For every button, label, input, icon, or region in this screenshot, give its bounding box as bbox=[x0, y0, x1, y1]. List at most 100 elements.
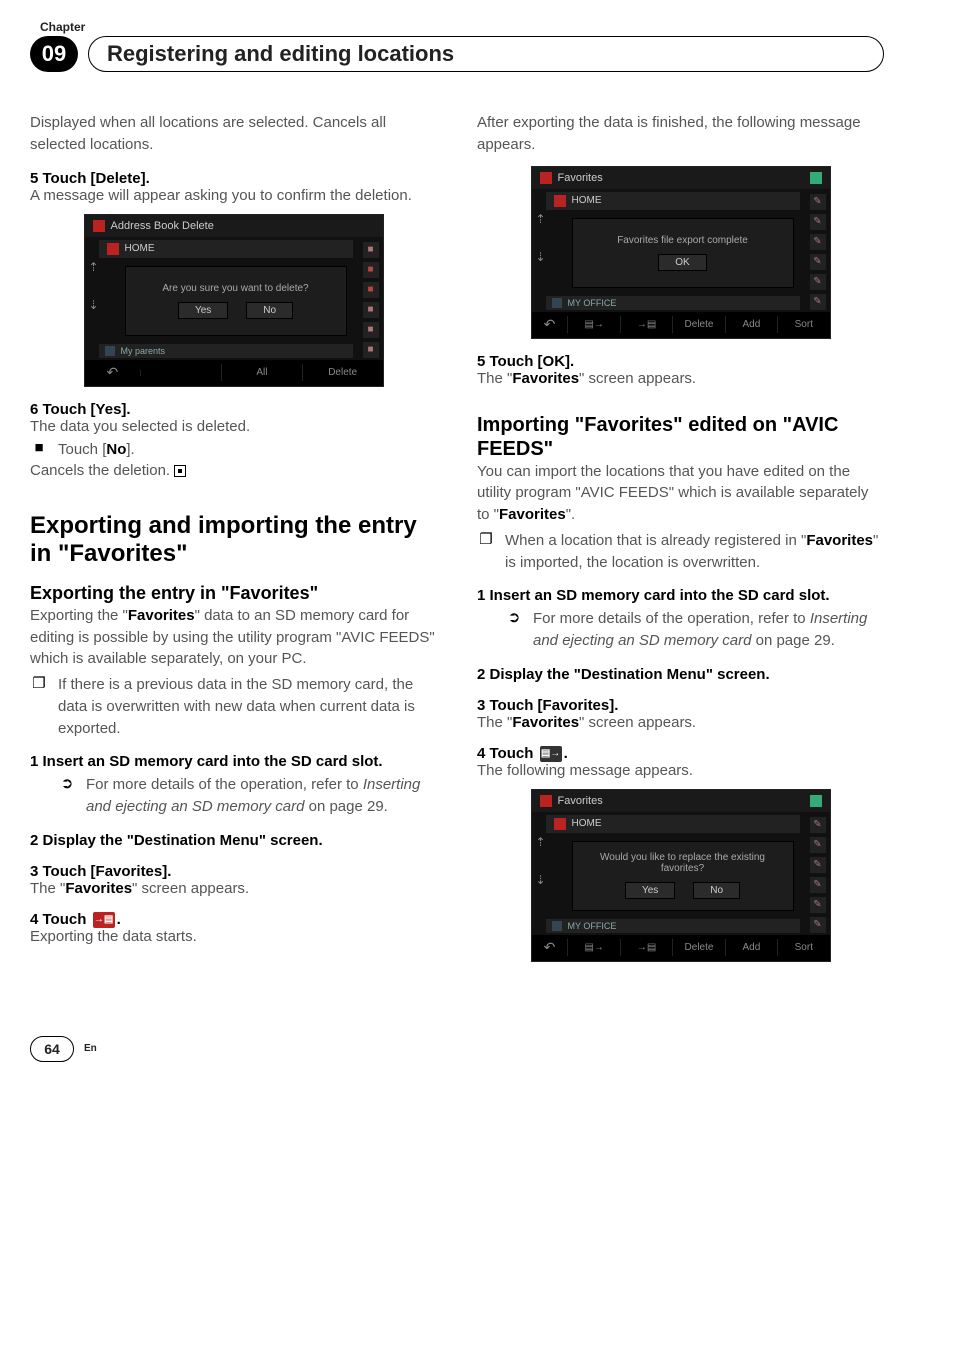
shot2-f5[interactable]: Sort bbox=[777, 316, 829, 333]
shot3-dialog-msg: Would you like to replace the existing f… bbox=[573, 852, 793, 874]
touch-no-text: Touch [No]. bbox=[58, 439, 437, 461]
shot1-home: HOME bbox=[125, 243, 155, 254]
section-export-import: Exporting and importing the entry in "Fa… bbox=[30, 512, 437, 567]
pin-icon: ✎ bbox=[810, 254, 826, 270]
screenshot-address-book-delete: Address Book Delete HOME ⇡ ⇣ ■ ■ ■ bbox=[84, 214, 384, 387]
pin-icon: ✎ bbox=[810, 294, 826, 310]
import-from-card-icon: ▤→ bbox=[540, 746, 562, 762]
check-icon: ■ bbox=[363, 282, 379, 298]
page-language: En bbox=[84, 1043, 97, 1054]
note-icon: ❐ bbox=[30, 674, 48, 739]
flag-icon bbox=[540, 172, 552, 184]
left-step-3: 3 Touch [Favorites]. bbox=[30, 863, 437, 880]
left-step-1: 1 Insert an SD memory card into the SD c… bbox=[30, 753, 437, 770]
step-5-body: A message will appear asking you to conf… bbox=[30, 187, 437, 204]
page-title: Registering and editing locations bbox=[107, 41, 454, 67]
down-icon: ⇣ bbox=[534, 873, 548, 887]
shot2-f4[interactable]: Add bbox=[725, 316, 777, 333]
export-note: If there is a previous data in the SD me… bbox=[58, 674, 437, 739]
header-title-wrap: Registering and editing locations bbox=[88, 36, 884, 72]
left-step-3-body: The "Favorites" screen appears. bbox=[30, 880, 437, 897]
shot2-office: MY OFFICE bbox=[568, 298, 617, 308]
right-step-1: 1 Insert an SD memory card into the SD c… bbox=[477, 587, 884, 604]
shot3-title: Favorites bbox=[558, 795, 603, 807]
pin-icon: ✎ bbox=[810, 877, 826, 893]
page-number: 64 bbox=[30, 1036, 74, 1062]
down-icon: ⇣ bbox=[87, 298, 101, 312]
left-column: Displayed when all locations are selecte… bbox=[30, 112, 437, 976]
flag-icon bbox=[552, 298, 562, 308]
shot3-f2[interactable]: →▤ bbox=[620, 939, 672, 956]
up-icon: ⇡ bbox=[534, 835, 548, 849]
square-bullet-icon: ■ bbox=[30, 439, 48, 461]
check-icon: ■ bbox=[363, 342, 379, 358]
pin-icon: ✎ bbox=[810, 194, 826, 210]
pin-icon: ✎ bbox=[810, 857, 826, 873]
shot1-no-button[interactable]: No bbox=[246, 302, 293, 319]
flag-icon bbox=[93, 220, 105, 232]
shot1-footer-delete[interactable]: Delete bbox=[302, 364, 383, 381]
shot2-dialog-msg: Favorites file export complete bbox=[617, 235, 748, 246]
flag-icon bbox=[540, 795, 552, 807]
screenshot-favorites-export-complete: Favorites HOME ⇡ ⇣ ✎ ✎ ✎ bbox=[531, 166, 831, 339]
pin-icon: ✎ bbox=[810, 274, 826, 290]
subsection-importing: Importing "Favorites" edited on "AVIC FE… bbox=[477, 413, 884, 461]
right-step-2: 2 Display the "Destination Menu" screen. bbox=[477, 666, 884, 683]
right-intro: After exporting the data is finished, th… bbox=[477, 112, 884, 156]
pin-icon: ✎ bbox=[810, 234, 826, 250]
shot3-no-button[interactable]: No bbox=[693, 882, 740, 899]
back-icon[interactable]: ↶ bbox=[532, 313, 568, 336]
shot1-title: Address Book Delete bbox=[111, 220, 214, 232]
shot3-f4[interactable]: Add bbox=[725, 939, 777, 956]
flag-icon bbox=[105, 346, 115, 356]
shot1-footer-all[interactable]: All bbox=[221, 364, 302, 381]
right-step-3: 3 Touch [Favorites]. bbox=[477, 697, 884, 714]
shot3-f5[interactable]: Sort bbox=[777, 939, 829, 956]
corner-icon bbox=[810, 795, 822, 807]
right-step-5: 5 Touch [OK]. bbox=[477, 353, 884, 370]
shot3-f1[interactable]: ▤→ bbox=[567, 939, 619, 956]
subsection-exporting: Exporting the entry in "Favorites" bbox=[30, 583, 437, 605]
step-6-yes: 6 Touch [Yes]. bbox=[30, 401, 437, 418]
step-5-delete: 5 Touch [Delete]. bbox=[30, 170, 437, 187]
page-footer: 64 En bbox=[30, 1036, 884, 1062]
right-ref-text: For more details of the operation, refer… bbox=[533, 608, 884, 652]
shot2-f1[interactable]: ▤→ bbox=[567, 316, 619, 333]
right-column: After exporting the data is finished, th… bbox=[477, 112, 884, 976]
export-to-card-icon: →▤ bbox=[93, 912, 115, 928]
back-icon[interactable]: ↶ bbox=[85, 361, 141, 384]
import-note: When a location that is already register… bbox=[505, 530, 884, 574]
step-6-body: The data you selected is deleted. bbox=[30, 418, 437, 435]
check-icon: ■ bbox=[363, 242, 379, 258]
shot3-yes-button[interactable]: Yes bbox=[625, 882, 675, 899]
flag-icon bbox=[552, 921, 562, 931]
export-paragraph: Exporting the "Favorites" data to an SD … bbox=[30, 605, 437, 670]
left-step-4: 4 Touch →▤. bbox=[30, 911, 437, 928]
back-icon[interactable]: ↶ bbox=[532, 936, 568, 959]
flag-icon bbox=[554, 195, 566, 207]
left-step-4-body: Exporting the data starts. bbox=[30, 928, 437, 945]
check-icon: ■ bbox=[363, 322, 379, 338]
right-step-3-body: The "Favorites" screen appears. bbox=[477, 714, 884, 731]
shot2-ok-button[interactable]: OK bbox=[658, 254, 706, 271]
check-icon: ■ bbox=[363, 302, 379, 318]
shot2-f2[interactable]: →▤ bbox=[620, 316, 672, 333]
import-paragraph: You can import the locations that you ha… bbox=[477, 461, 884, 526]
left-ref-text: For more details of the operation, refer… bbox=[86, 774, 437, 818]
shot3-f3[interactable]: Delete bbox=[672, 939, 724, 956]
shot1-dialog-msg: Are you sure you want to delete? bbox=[162, 283, 308, 294]
shot2-f3[interactable]: Delete bbox=[672, 316, 724, 333]
shot2-title: Favorites bbox=[558, 172, 603, 184]
page-header: 09 Registering and editing locations bbox=[30, 36, 884, 72]
shot1-yes-button[interactable]: Yes bbox=[178, 302, 228, 319]
flag-icon bbox=[107, 243, 119, 255]
right-step-4: 4 Touch ▤→. bbox=[477, 745, 884, 762]
left-step-2: 2 Display the "Destination Menu" screen. bbox=[30, 832, 437, 849]
shot1-parents: My parents bbox=[121, 346, 166, 356]
pin-icon: ✎ bbox=[810, 214, 826, 230]
screenshot-favorites-replace: Favorites HOME ⇡ ⇣ ✎ ✎ ✎ bbox=[531, 789, 831, 962]
right-step-5-body: The "Favorites" screen appears. bbox=[477, 370, 884, 387]
chapter-label: Chapter bbox=[40, 20, 884, 34]
shot2-home: HOME bbox=[572, 195, 602, 206]
pin-icon: ✎ bbox=[810, 837, 826, 853]
